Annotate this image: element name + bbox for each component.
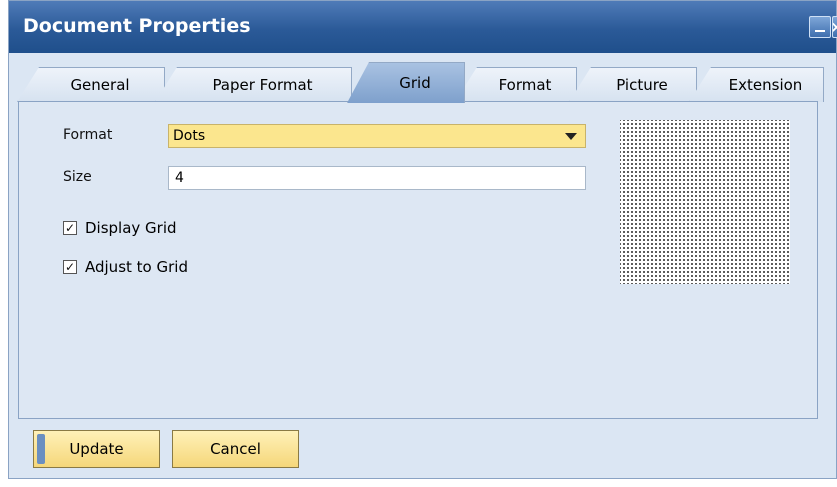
chevron-down-icon xyxy=(565,133,577,140)
format-select[interactable]: Dots xyxy=(168,124,586,148)
size-label: Size xyxy=(63,169,92,185)
cancel-button[interactable]: Cancel xyxy=(172,430,299,468)
tab-label: Format xyxy=(498,76,552,94)
tab-general[interactable]: General xyxy=(17,67,165,102)
format-label: Format xyxy=(63,127,113,143)
tab-extension[interactable]: Extension xyxy=(689,67,824,102)
format-select-value: Dots xyxy=(173,128,206,144)
update-button-label: Update xyxy=(69,440,124,458)
size-input-value: 4 xyxy=(175,170,184,186)
tab-label: Grid xyxy=(399,74,431,92)
tab-label: Extension xyxy=(728,76,803,94)
cancel-button-label: Cancel xyxy=(210,440,261,458)
tab-picture[interactable]: Picture xyxy=(569,67,697,102)
minimize-button[interactable] xyxy=(809,16,831,38)
size-input[interactable]: 4 xyxy=(168,166,586,190)
tab-format[interactable]: Format xyxy=(455,67,577,102)
tab-bar: General Paper Format Grid Format Picture… xyxy=(17,62,824,103)
tab-label: General xyxy=(70,76,130,94)
title-bar: Document Properties × xyxy=(9,1,837,53)
display-grid-label: Display Grid xyxy=(85,219,177,237)
adjust-to-grid-label: Adjust to Grid xyxy=(85,258,188,276)
display-grid-option[interactable]: ✓ Display Grid xyxy=(63,219,177,237)
adjust-to-grid-option[interactable]: ✓ Adjust to Grid xyxy=(63,258,188,276)
tab-label: Picture xyxy=(616,76,668,94)
close-icon: × xyxy=(833,18,837,36)
tab-grid[interactable]: Grid xyxy=(347,62,465,103)
window-title: Document Properties xyxy=(23,15,251,37)
display-grid-checkbox[interactable]: ✓ xyxy=(63,221,77,235)
tab-label: Paper Format xyxy=(212,76,313,94)
update-button[interactable]: Update xyxy=(33,430,160,468)
minimize-icon xyxy=(815,30,825,32)
adjust-to-grid-checkbox[interactable]: ✓ xyxy=(63,260,77,274)
tab-paper-format[interactable]: Paper Format xyxy=(155,67,352,102)
grid-preview xyxy=(620,120,790,284)
close-button[interactable]: × xyxy=(832,16,837,38)
